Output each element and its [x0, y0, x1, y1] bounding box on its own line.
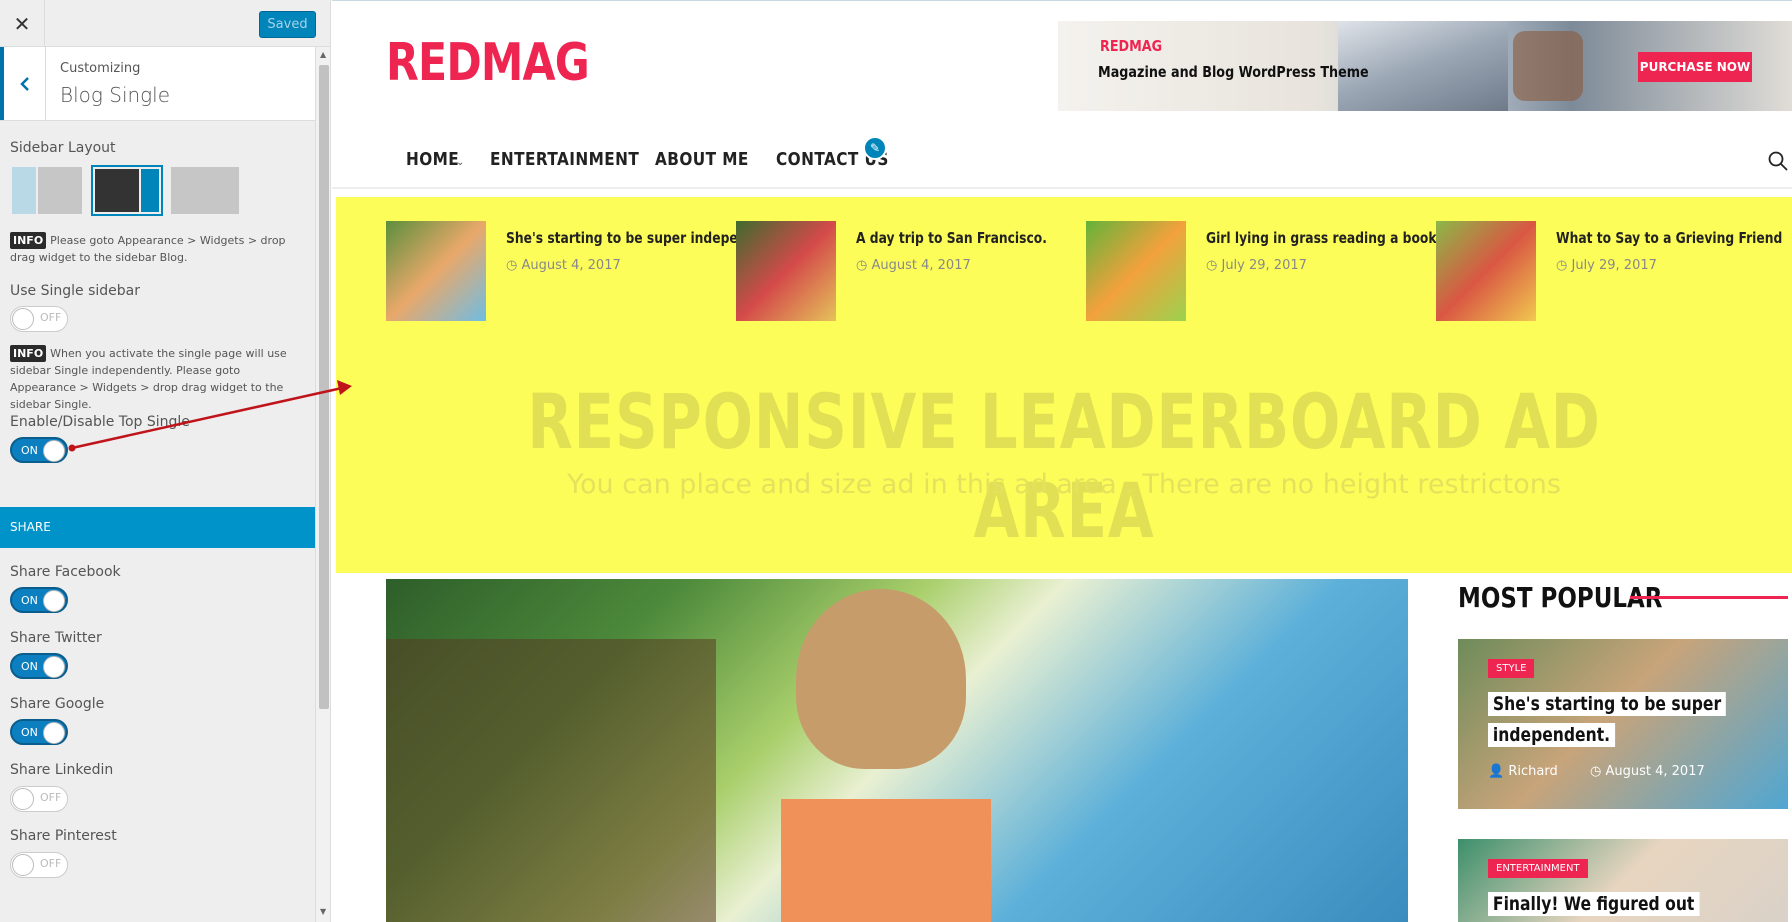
date-meta: ◷ August 4, 2017	[1590, 764, 1705, 779]
purchase-now-button[interactable]: PURCHASE NOW	[1638, 52, 1752, 82]
share-pinterest-label: Share Pinterest	[10, 828, 117, 844]
info-badge: INFO	[10, 232, 47, 249]
scrollbar-thumb[interactable]	[319, 65, 329, 709]
toggle-knob	[12, 308, 34, 330]
post-title-4[interactable]: What to Say to a Grieving Friend	[1556, 229, 1782, 247]
section-header: Customizing Blog Single	[0, 47, 315, 121]
banner-brand: REDMAG	[1100, 37, 1163, 55]
featured-image[interactable]	[386, 579, 1408, 922]
customizer-panel: ✕ Saved Customizing Blog Single ▲ ▼ Side…	[0, 0, 331, 922]
share-facebook-toggle[interactable]: ON	[10, 587, 68, 613]
post-title-2[interactable]: A day trip to San Francisco.	[856, 229, 1047, 247]
post-title-3[interactable]: Girl lying in grass reading a book	[1206, 229, 1437, 247]
post-thumbnail[interactable]	[1086, 221, 1186, 321]
banner-tagline: Magazine and Blog WordPress Theme	[1098, 63, 1369, 81]
toggle-knob	[12, 854, 34, 876]
edit-pencil-icon[interactable]: ✎	[863, 136, 887, 160]
layout-left-sidebar-option[interactable]	[12, 167, 82, 214]
nav-about-me[interactable]: ABOUT ME	[655, 149, 749, 170]
customizer-scrollbar[interactable]: ▲ ▼	[315, 47, 330, 922]
post-thumbnail[interactable]	[386, 221, 486, 321]
nav-home[interactable]: HOME	[406, 149, 459, 170]
saved-button[interactable]: Saved	[259, 11, 316, 38]
nav-entertainment[interactable]: ENTERTAINMENT	[490, 149, 639, 170]
ad-area-subtitle: You can place and size ad in this ad are…	[567, 469, 1561, 500]
banner-bag-image	[1513, 31, 1583, 101]
layout-full-width-option[interactable]	[171, 167, 239, 214]
use-single-sidebar-toggle[interactable]: OFF	[10, 306, 68, 332]
post-date-2: ◷ August 4, 2017	[856, 258, 971, 273]
sidebar-layout-label: Sidebar Layout	[10, 140, 116, 156]
model-top-image	[781, 799, 991, 922]
leaderboard-ad-area: She's starting to be super independent. …	[336, 197, 1792, 573]
post-date-1: ◷ August 4, 2017	[506, 258, 621, 273]
heading-accent-line	[1630, 596, 1788, 599]
post-thumbnail[interactable]	[736, 221, 836, 321]
share-facebook-label: Share Facebook	[10, 564, 121, 580]
popular-card-title[interactable]: She's starting to be super independent.	[1488, 689, 1727, 751]
share-linkedin-label: Share Linkedin	[10, 762, 114, 778]
model-figure-image	[796, 589, 966, 769]
share-twitter-label: Share Twitter	[10, 630, 102, 646]
toggle-knob	[43, 590, 65, 612]
scroll-down-icon[interactable]: ▼	[320, 907, 326, 916]
back-chevron-icon[interactable]	[0, 47, 46, 120]
section-title: Blog Single	[60, 83, 171, 107]
customizing-label: Customizing	[60, 61, 141, 76]
close-icon[interactable]: ✕	[0, 0, 45, 47]
category-badge[interactable]: STYLE	[1488, 659, 1535, 678]
main-navigation: HOME ⌄ ENTERTAINMENT ABOUT ME CONTACT US	[332, 135, 1792, 189]
share-pinterest-toggle[interactable]: OFF	[10, 852, 68, 878]
ad-area-title: RESPONSIVE LEADERBOARD AD AREA	[527, 377, 1601, 555]
popular-card-2[interactable]: ENTERTAINMENT Finally! We figured out	[1458, 839, 1788, 922]
toggle-knob	[43, 656, 65, 678]
post-date-4: ◷ July 29, 2017	[1556, 258, 1657, 273]
toggle-knob	[43, 722, 65, 744]
toggle-knob	[43, 440, 65, 462]
toggle-knob	[12, 788, 34, 810]
tree-trunk-image	[386, 639, 716, 922]
share-google-toggle[interactable]: ON	[10, 719, 68, 745]
share-google-label: Share Google	[10, 696, 105, 712]
post-date-3: ◷ July 29, 2017	[1206, 258, 1307, 273]
share-linkedin-toggle[interactable]: OFF	[10, 786, 68, 812]
share-section-header[interactable]: SHARE	[0, 507, 315, 548]
site-logo[interactable]: REDMAG	[386, 33, 590, 93]
info-badge: INFO	[10, 345, 47, 362]
popular-card-title[interactable]: Finally! We figured out	[1488, 889, 1726, 920]
header-banner-ad[interactable]: REDMAG Magazine and Blog WordPress Theme…	[1058, 21, 1792, 111]
site-preview: REDMAG REDMAG Magazine and Blog WordPres…	[332, 0, 1792, 922]
post-thumbnail[interactable]	[1436, 221, 1536, 321]
top-single-label: Enable/Disable Top Single	[10, 414, 190, 430]
scroll-up-icon[interactable]: ▲	[320, 50, 326, 59]
use-single-sidebar-label: Use Single sidebar	[10, 283, 140, 299]
top-single-toggle[interactable]: ON	[10, 437, 68, 463]
layout-right-sidebar-option[interactable]	[91, 165, 163, 216]
category-badge[interactable]: ENTERTAINMENT	[1488, 859, 1588, 878]
chevron-down-icon[interactable]: ⌄	[456, 157, 464, 168]
info-text-sidebar: INFO Please goto Appearance > Widgets > d…	[10, 232, 286, 264]
author-meta: 👤 Richard	[1488, 764, 1558, 779]
popular-card-1[interactable]: STYLE She's starting to be super indepen…	[1458, 639, 1788, 809]
info-text-single: INFO When you activate the single page wi…	[10, 345, 287, 411]
customizer-topbar: ✕ Saved	[0, 0, 330, 47]
search-icon[interactable]	[1768, 151, 1788, 175]
share-twitter-toggle[interactable]: ON	[10, 653, 68, 679]
